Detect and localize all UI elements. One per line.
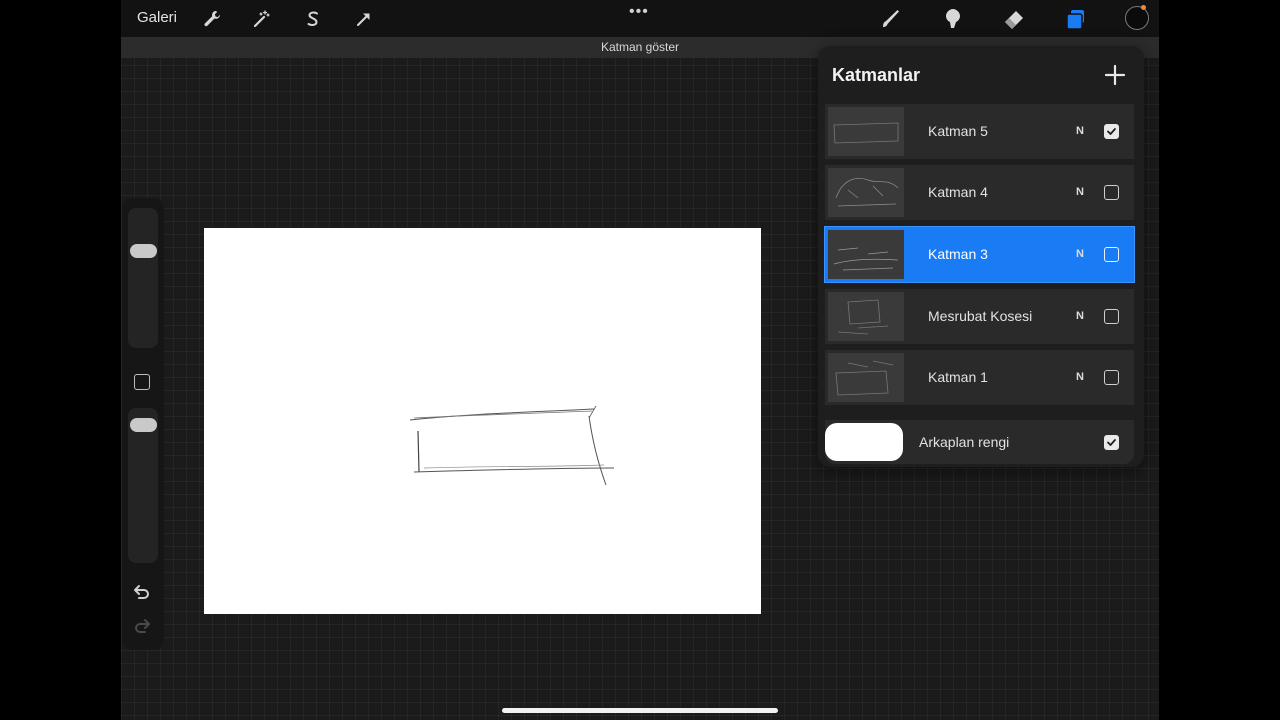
background-color-label: Arkaplan rengi [919,434,1010,450]
drawing-canvas[interactable] [204,228,761,614]
layer-name: Katman 5 [928,123,988,139]
magic-wand-icon[interactable] [249,6,275,32]
plus-icon[interactable] [1104,64,1126,86]
layer-row-katman-4[interactable]: Katman 4 N [825,165,1134,220]
layers-icon[interactable] [1063,6,1089,32]
color-accent-dot [1141,5,1146,10]
blend-mode-button[interactable]: N [1076,371,1084,383]
redo-icon[interactable] [132,616,152,642]
brush-icon[interactable] [878,6,904,32]
layer-visibility-checkbox[interactable] [1104,185,1119,200]
layer-name: Katman 4 [928,184,988,200]
layer-row-katman-3[interactable]: Katman 3 N [824,226,1135,283]
procreate-screen: Galeri ••• Katman göster Katmanlar Katma… [121,0,1159,720]
layers-panel-title: Katmanlar [832,65,921,85]
left-sidebar [122,198,164,650]
layer-name: Mesrubat Kosesi [928,308,1033,324]
background-visibility-checkbox[interactable] [1104,435,1119,450]
more-actions-button[interactable]: ••• [629,3,649,21]
opacity-thumb[interactable] [130,418,157,432]
layer-row-mesrubat-kosesi[interactable]: Mesrubat Kosesi N [825,289,1134,344]
smudge-icon[interactable] [940,6,966,32]
wrench-icon[interactable] [199,6,225,32]
layer-visibility-checkbox[interactable] [1104,309,1119,324]
layer-name: Katman 3 [928,246,988,262]
background-color-swatch[interactable] [825,423,903,461]
sketch-rectangle [409,405,615,486]
layer-thumbnail [828,107,904,156]
blend-mode-button[interactable]: N [1076,186,1084,198]
layer-thumbnail [828,230,904,279]
brush-size-thumb[interactable] [130,244,157,258]
layers-panel: Katmanlar Katman 5 N Katman 4 N Katman 3… [818,46,1144,467]
layer-visibility-checkbox[interactable] [1104,247,1119,262]
selection-s-icon[interactable] [300,6,326,32]
background-color-row[interactable]: Arkaplan rengi [825,420,1134,464]
top-toolbar: Galeri ••• [121,0,1159,37]
blend-mode-button[interactable]: N [1076,248,1084,260]
gallery-button[interactable]: Galeri [137,9,177,26]
eraser-icon[interactable] [1001,6,1027,32]
modify-button[interactable] [134,374,150,390]
undo-icon[interactable] [132,582,152,608]
layer-thumbnail [828,353,904,402]
brush-size-slider[interactable] [128,208,158,348]
layer-thumbnail [828,168,904,217]
transform-arrow-icon[interactable] [351,6,377,32]
blend-mode-button[interactable]: N [1076,125,1084,137]
layer-row-katman-1[interactable]: Katman 1 N [825,350,1134,405]
layer-visibility-checkbox[interactable] [1104,124,1119,139]
home-indicator[interactable] [502,708,778,713]
layer-thumbnail [828,292,904,341]
layer-name: Katman 1 [928,369,988,385]
layer-visibility-checkbox[interactable] [1104,370,1119,385]
layer-row-katman-5[interactable]: Katman 5 N [825,104,1134,159]
color-picker-button[interactable] [1125,6,1149,30]
blend-mode-button[interactable]: N [1076,310,1084,322]
